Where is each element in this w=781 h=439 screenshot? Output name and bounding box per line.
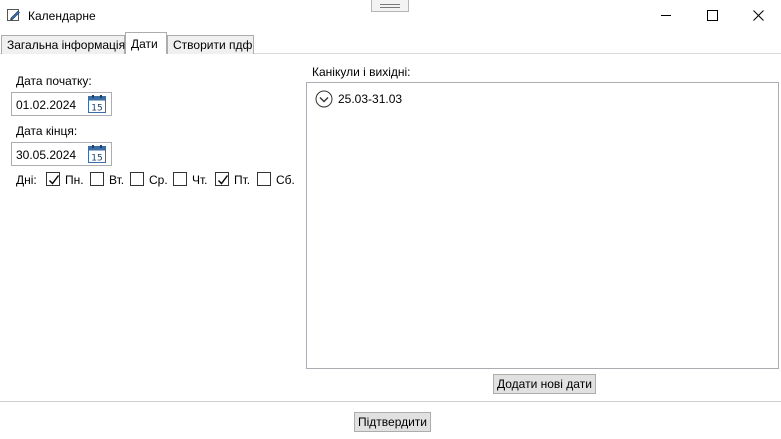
day-label: Сб. [276,173,295,187]
window-title: Календарне [28,9,96,23]
pencil-icon [7,8,21,22]
end-date-picker[interactable]: 30.05.2024 15 [11,142,112,166]
start-date-value[interactable]: 01.02.2024 [16,98,76,112]
checkbox[interactable] [130,172,144,186]
minimize-button[interactable] [643,0,689,30]
tab-dates[interactable]: Дати [125,32,167,54]
svg-text:15: 15 [91,104,102,114]
day-label: Вт. [109,173,125,187]
calendar-icon[interactable]: 15 [88,145,106,164]
chevron-down-circle-icon[interactable] [315,90,333,108]
day-label: Ср. [149,173,168,187]
title-bar: Календарне [0,0,781,32]
end-date-label: Дата кінця: [16,124,78,138]
start-date-picker[interactable]: 01.02.2024 15 [11,92,112,116]
drag-grip-handle[interactable] [371,0,409,12]
checkbox[interactable] [90,172,104,186]
day-label: Пн. [65,173,84,187]
maximize-icon [706,9,718,21]
day-label: Чт. [192,173,208,187]
maximize-button[interactable] [689,0,735,30]
start-date-label: Дата початку: [16,74,92,88]
tab-general-info[interactable]: Загальна інформація [1,35,125,54]
minimize-icon [661,10,671,20]
list-item-label: 25.03-31.03 [338,92,403,106]
checkbox[interactable] [257,172,271,186]
holidays-list[interactable]: 25.03-31.03 [306,82,779,369]
calendar-icon[interactable]: 15 [88,95,106,114]
confirm-button[interactable]: Підтвердити [354,412,432,432]
close-button[interactable] [735,0,781,30]
tab-create-pdf[interactable]: Створити пдф [167,35,254,54]
end-date-value[interactable]: 30.05.2024 [16,148,76,162]
add-dates-button[interactable]: Додати нові дати [493,374,596,394]
close-icon [752,9,764,21]
holidays-label: Канікули і вихідні: [312,65,411,79]
day-label: Пт. [234,173,251,187]
svg-text:15: 15 [91,154,102,164]
days-label: Дні: [16,173,37,187]
divider [0,401,781,402]
checkbox[interactable] [215,172,229,186]
checkbox[interactable] [46,172,60,186]
checkbox[interactable] [173,172,187,186]
